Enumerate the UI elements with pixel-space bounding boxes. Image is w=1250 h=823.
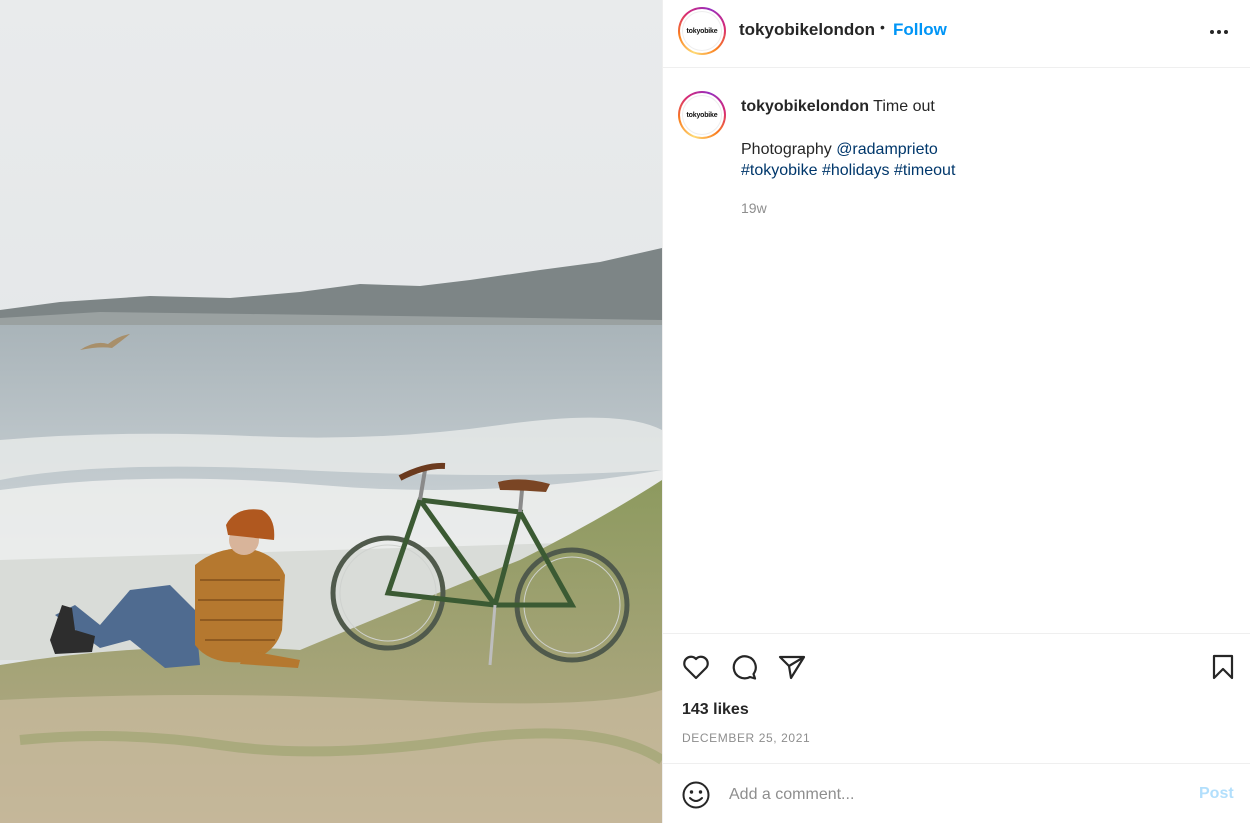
account-username[interactable]: tokyobikelondon — [739, 20, 875, 40]
post-actions: 143 likes DECEMBER 25, 2021 — [663, 633, 1250, 763]
avatar-logo-text: tokyobike — [682, 11, 722, 51]
caption-avatar-logo-text: tokyobike — [682, 95, 722, 135]
hashtag-link[interactable]: #holidays — [822, 162, 890, 179]
account-avatar[interactable]: tokyobike — [678, 7, 726, 55]
hashtag-link[interactable]: #timeout — [894, 162, 955, 179]
post-comment-button[interactable]: Post — [1199, 785, 1234, 803]
heart-icon[interactable] — [681, 652, 711, 682]
instagram-post: tokyobike tokyobikelondon • Follow tokyo… — [0, 0, 1250, 823]
caption-username[interactable]: tokyobikelondon — [741, 98, 869, 115]
separator-dot: • — [880, 19, 885, 35]
caption-avatar[interactable]: tokyobike — [678, 91, 726, 139]
post-date[interactable]: DECEMBER 25, 2021 — [682, 731, 810, 745]
post-side-panel: tokyobike tokyobikelondon • Follow tokyo… — [662, 0, 1250, 823]
post-header: tokyobike tokyobikelondon • Follow — [663, 0, 1250, 68]
bookmark-icon[interactable] — [1208, 652, 1238, 682]
hashtag-link[interactable]: #tokyobike — [741, 162, 818, 179]
caption-credit-prefix: Photography — [741, 141, 832, 158]
post-photo[interactable] — [0, 0, 662, 823]
emoji-icon[interactable] — [681, 780, 711, 810]
send-icon[interactable] — [777, 652, 807, 682]
comment-input[interactable] — [729, 781, 1169, 809]
follow-button[interactable]: Follow — [893, 20, 947, 40]
more-options-icon[interactable] — [1207, 20, 1231, 44]
comment-icon[interactable] — [729, 652, 759, 682]
likes-count[interactable]: 143 likes — [682, 701, 749, 719]
post-age[interactable]: 19w — [741, 200, 767, 216]
caption-credit-line: Photography @radamprieto — [741, 141, 938, 159]
caption-hashtags: #tokyobike #holidays #timeout — [741, 162, 955, 180]
comment-box: Post — [663, 763, 1250, 823]
caption-first-line: tokyobikelondon Time out — [741, 98, 935, 116]
caption-text: Time out — [873, 98, 935, 115]
caption-mention-link[interactable]: @radamprieto — [836, 141, 938, 158]
